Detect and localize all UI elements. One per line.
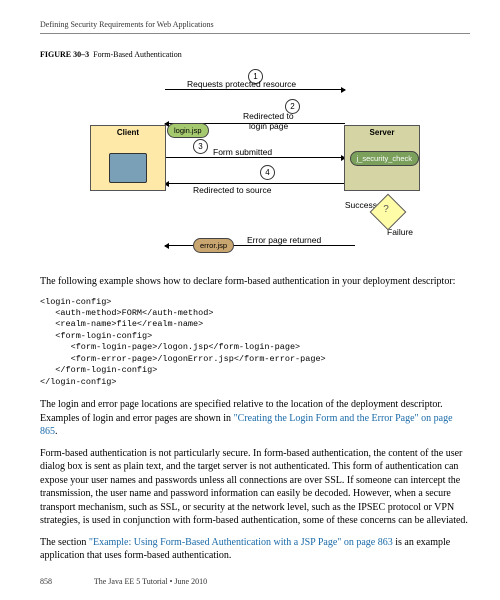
question-icon: ? [383, 204, 389, 215]
step-3: 3 [193, 139, 208, 154]
page-footer: 858 The Java EE 5 Tutorial • June 2010 [40, 577, 470, 586]
auth-diagram: Client Server 1 2 3 4 Requests protected… [85, 65, 425, 265]
para-security-note: Form-based authentication is not particu… [40, 447, 470, 528]
para-intro: The following example shows how to decla… [40, 275, 470, 289]
code-block: <login-config> <auth-method>FORM</auth-m… [40, 297, 470, 389]
page-number: 858 [40, 577, 52, 586]
label-redir-login-b: login page [249, 121, 288, 131]
step-4: 4 [260, 165, 275, 180]
client-label: Client [91, 126, 165, 137]
label-error-returned: Error page returned [247, 235, 321, 245]
label-request: Requests protected resource [187, 79, 296, 89]
label-redir-source: Redirected to source [193, 185, 271, 195]
footer-book-title: The Java EE 5 Tutorial • June 2010 [94, 577, 207, 586]
figure-title: Form-Based Authentication [93, 50, 182, 59]
label-redir-login-a: Redirected to [243, 111, 294, 121]
jsecurity-oval: j_security_check [350, 151, 419, 166]
login-jsp-oval: login.jsp [167, 123, 209, 138]
label-form-submitted: Form submitted [213, 147, 272, 157]
computer-icon [109, 153, 147, 183]
server-label: Server [345, 126, 419, 137]
para-login-error: The login and error page locations are s… [40, 398, 470, 439]
page-header: Defining Security Requirements for Web A… [40, 20, 470, 34]
error-jsp-oval: error.jsp [193, 238, 234, 253]
figure-number: FIGURE 30–3 [40, 50, 89, 59]
para-example-ref: The section "Example: Using Form-Based A… [40, 536, 470, 563]
label-failure: Failure [387, 227, 413, 237]
client-box: Client [90, 125, 166, 191]
link-example-jsp[interactable]: "Example: Using Form-Based Authenticatio… [89, 537, 393, 548]
figure-caption: FIGURE 30–3 Form-Based Authentication [40, 50, 470, 59]
